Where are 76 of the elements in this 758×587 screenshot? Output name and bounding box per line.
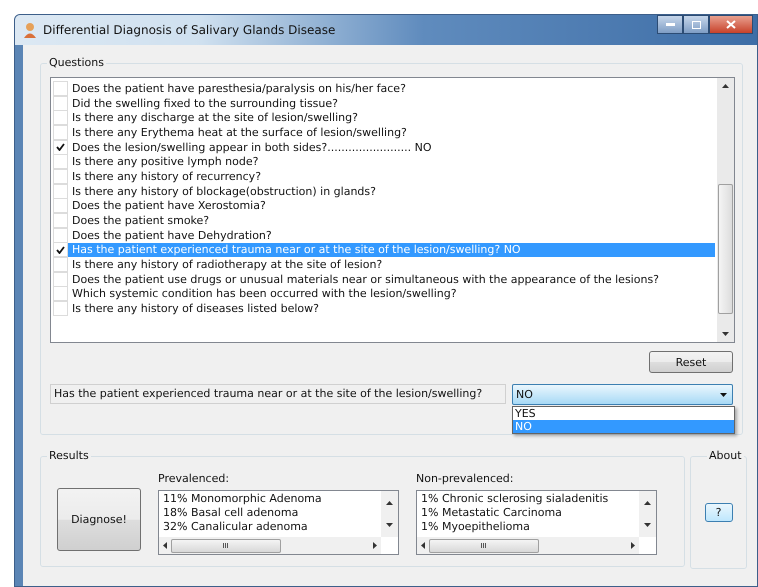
question-item[interactable]: Does the patient have Xerostomia? [53, 198, 715, 214]
checkbox[interactable] [53, 154, 68, 170]
caret-icon [720, 392, 727, 396]
checkbox[interactable] [53, 286, 68, 302]
scroll-up-icon[interactable] [722, 84, 729, 88]
group-title: About [707, 449, 744, 462]
checkmark-icon [56, 143, 65, 152]
scroll-down-icon[interactable] [386, 523, 393, 527]
result-item[interactable]: 1% Metastatic Carcinoma [421, 506, 635, 520]
group-title: Questions [47, 56, 106, 69]
question-item[interactable]: Is there any history of recurrency? [53, 169, 715, 184]
result-item[interactable]: 32% Canalicular adenoma [163, 520, 377, 534]
scroll-down-icon[interactable] [722, 332, 729, 336]
checkbox[interactable] [53, 272, 68, 287]
checkbox[interactable] [53, 213, 68, 228]
checkbox[interactable] [53, 301, 68, 316]
question-item[interactable]: Is there any history of radiotherapy at the site of lesion? [53, 257, 715, 272]
grip-icon [222, 543, 230, 548]
question-item[interactable]: Is there any discharge at the site of lesion/swelling? [53, 110, 715, 126]
close-icon [726, 20, 736, 29]
question-item[interactable]: Does the lesion/swelling appear in both sides?........................ NO [53, 140, 715, 154]
result-item[interactable]: 1% Chronic sclerosing sialadenitis [421, 492, 635, 506]
close-button[interactable] [709, 15, 753, 34]
checkbox[interactable] [53, 110, 68, 126]
reset-button[interactable]: Reset [649, 351, 733, 373]
checkbox[interactable] [53, 184, 68, 199]
current-question: Has the patient experienced trauma near or at the site of the lesion/swelling? [50, 384, 506, 404]
scroll-right-icon[interactable] [373, 542, 377, 549]
question-item[interactable]: Which systemic condition has been occurred with the lesion/swelling? [53, 286, 715, 302]
scroll-down-icon[interactable] [644, 523, 651, 527]
checkbox[interactable] [53, 228, 68, 243]
question-item[interactable]: Is there any Erythema heat at the surface of lesion/swelling? [53, 125, 715, 140]
question-item[interactable]: Does the patient have Dehydration? [53, 228, 715, 243]
diagnose-button[interactable]: Diagnose! [57, 488, 141, 551]
checkbox[interactable] [53, 257, 68, 272]
minimize-button[interactable] [657, 15, 683, 34]
question-item[interactable]: Is there any positive lymph node? [53, 154, 715, 170]
dropdown-option[interactable]: YES [513, 407, 734, 420]
question-item[interactable]: Does the patient have paresthesia/paralysis on his/her face? [53, 81, 715, 96]
scroll-thumb[interactable] [171, 538, 281, 552]
question-item[interactable]: Does the patient smoke? [53, 213, 715, 228]
checkbox[interactable] [53, 198, 68, 214]
scroll-up-icon[interactable] [386, 501, 393, 505]
window-title: Differential Diagnosis of Salivary Glands Disease [43, 23, 336, 37]
question-item[interactable]: Is there any history of diseases listed below? [53, 301, 715, 316]
minimize-icon [666, 23, 674, 26]
scroll-right-icon[interactable] [631, 542, 635, 549]
checkbox[interactable] [53, 80, 68, 96]
maximize-button[interactable] [683, 15, 709, 34]
scroll-thumb[interactable] [429, 538, 539, 552]
group-title: Results [47, 449, 91, 462]
checkmark-icon [56, 246, 65, 254]
checkbox[interactable] [53, 242, 68, 258]
checkbox[interactable] [53, 124, 68, 140]
result-list[interactable]: 11% Monomorphic Adenoma 18% Basal cell adenoma 32% Canalicular adenoma [158, 490, 399, 555]
scroll-up-icon[interactable] [644, 501, 651, 505]
maximize-icon [692, 20, 700, 28]
checkbox[interactable] [53, 96, 68, 111]
answer-dropdown[interactable]: NO [512, 384, 733, 405]
scroll-left-icon[interactable] [421, 542, 425, 549]
scroll-left-icon[interactable] [163, 542, 167, 549]
about-button[interactable]: ? [704, 503, 732, 522]
grip-icon [480, 543, 488, 548]
person-icon [23, 22, 37, 38]
question-item[interactable]: Did the swelling fixed to the surrounding tissue? [53, 96, 715, 110]
result-item[interactable]: 11% Monomorphic Adenoma [163, 492, 377, 506]
checkbox[interactable] [53, 140, 68, 155]
list-label: Prevalenced: [158, 472, 230, 485]
result-list[interactable]: 1% Chronic sclerosing sialadenitis 1% Metastatic Carcinoma 1% Myoepithelioma [416, 490, 657, 555]
question-item[interactable]: Does the patient use drugs or unusual materials near or simultaneous with the appearance of the lesions? [53, 272, 715, 287]
result-item[interactable]: 18% Basal cell adenoma [163, 506, 377, 520]
result-item[interactable]: 1% Myoepithelioma [421, 520, 635, 534]
scroll-thumb[interactable] [718, 184, 733, 314]
list-label: Non-prevalenced: [416, 472, 514, 485]
checkbox[interactable] [53, 168, 68, 184]
question-item[interactable]: Is there any history of blockage(obstruction) in glands? [53, 184, 715, 198]
